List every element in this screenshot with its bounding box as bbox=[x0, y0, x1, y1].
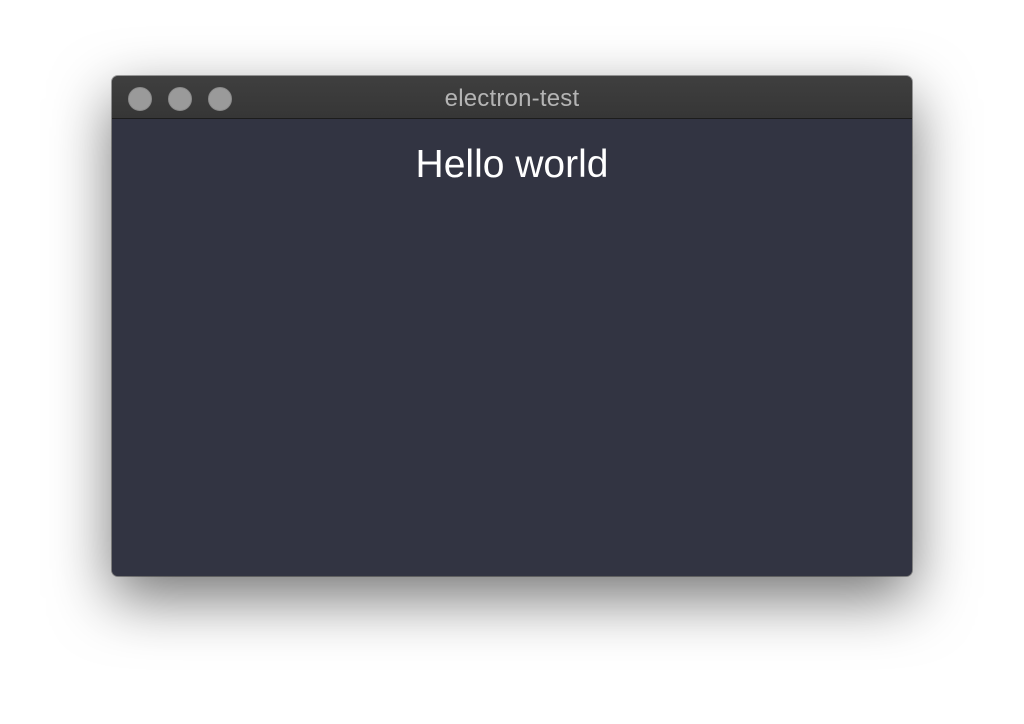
page-heading: Hello world bbox=[415, 143, 609, 186]
title-bar[interactable]: electron-test bbox=[112, 76, 912, 119]
app-window: electron-test Hello world bbox=[112, 76, 912, 576]
desktop: electron-test Hello world bbox=[0, 0, 1024, 724]
window-title: electron-test bbox=[444, 85, 580, 112]
window-content: Hello world bbox=[112, 119, 912, 576]
